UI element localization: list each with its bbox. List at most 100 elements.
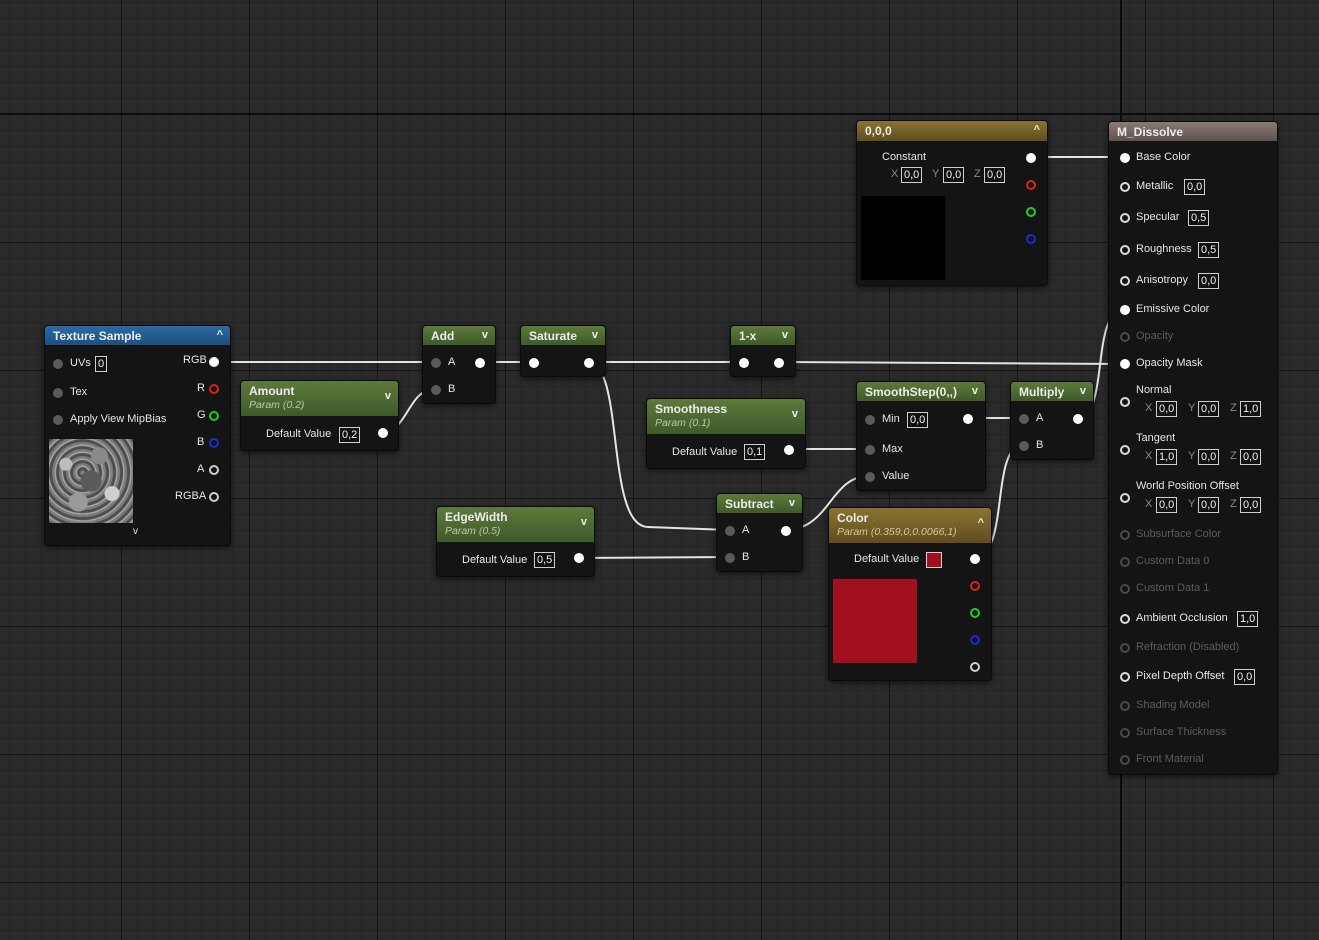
constant-header[interactable]: 0,0,0 ^	[857, 121, 1047, 141]
wpo-y-field[interactable]: 0,0	[1198, 497, 1220, 513]
normal-y-field[interactable]: 0,0	[1198, 401, 1220, 417]
b-output-pin[interactable]	[209, 438, 219, 448]
multiply-output-pin[interactable]	[1073, 414, 1083, 424]
smoothstep-min-pin[interactable]	[865, 415, 875, 425]
expand-down-icon[interactable]: v	[133, 526, 138, 537]
multiply-a-pin[interactable]	[1019, 414, 1029, 424]
surface-thickness-pin[interactable]	[1120, 728, 1130, 738]
rgba-output-pin[interactable]	[209, 492, 219, 502]
tangent-x-field[interactable]: 1,0	[1156, 449, 1178, 465]
color-r-pin[interactable]	[970, 581, 980, 591]
add-output-pin[interactable]	[475, 358, 485, 368]
pdo-pin[interactable]	[1120, 672, 1130, 682]
wpo-pin[interactable]	[1120, 493, 1130, 503]
one-minus-input-pin[interactable]	[739, 358, 749, 368]
smoothstep-header[interactable]: SmoothStep(0,,) v	[857, 382, 985, 401]
tangent-y-field[interactable]: 0,0	[1198, 449, 1220, 465]
texture-sample-node[interactable]: Texture Sample ^ UVs 0 Tex Apply View Mi…	[44, 325, 231, 546]
refraction-pin[interactable]	[1120, 643, 1130, 653]
smoothness-header[interactable]: Smoothness Param (0.1) v	[647, 399, 805, 434]
smoothstep-node[interactable]: SmoothStep(0,,) v Min 0,0 Max Value	[856, 381, 986, 491]
opacity-mask-pin[interactable]	[1120, 359, 1130, 369]
material-header[interactable]: M_Dissolve	[1109, 122, 1277, 141]
uvs-pin[interactable]	[53, 359, 63, 369]
uvs-field[interactable]: 0	[95, 356, 108, 372]
smoothstep-output-pin[interactable]	[963, 414, 973, 424]
texture-sample-header[interactable]: Texture Sample ^	[45, 326, 230, 345]
multiply-node[interactable]: Multiply v A B	[1010, 381, 1094, 460]
one-minus-output-pin[interactable]	[774, 358, 784, 368]
color-param-node[interactable]: Color Param (0.359,0,0.0066,1) ^ Default…	[828, 507, 992, 681]
base-color-pin[interactable]	[1120, 153, 1130, 163]
color-b-pin[interactable]	[970, 635, 980, 645]
normal-x-field[interactable]: 0,0	[1156, 401, 1178, 417]
amount-param-node[interactable]: Amount Param (0.2) v Default Value 0,2	[240, 380, 399, 451]
metallic-field[interactable]: 0,0	[1184, 179, 1206, 195]
subtract-header[interactable]: Subtract v	[717, 494, 802, 513]
smoothstep-max-pin[interactable]	[865, 445, 875, 455]
multiply-b-pin[interactable]	[1019, 441, 1029, 451]
custom1-pin[interactable]	[1120, 584, 1130, 594]
edgewidth-output-pin[interactable]	[574, 553, 584, 563]
shading-model-pin[interactable]	[1120, 701, 1130, 711]
add-node[interactable]: Add v A B	[422, 325, 496, 404]
color-header[interactable]: Color Param (0.359,0,0.0066,1) ^	[829, 508, 991, 543]
saturate-node[interactable]: Saturate v	[520, 325, 606, 377]
add-a-pin[interactable]	[431, 358, 441, 368]
subsurface-pin[interactable]	[1120, 530, 1130, 540]
roughness-field[interactable]: 0,5	[1198, 242, 1220, 258]
emissive-pin[interactable]	[1120, 305, 1130, 315]
normal-pin[interactable]	[1120, 397, 1130, 407]
r-output-pin[interactable]	[209, 384, 219, 394]
anisotropy-field[interactable]: 0,0	[1198, 273, 1220, 289]
wpo-z-field[interactable]: 0,0	[1240, 497, 1262, 513]
rgb-output-pin[interactable]	[209, 357, 219, 367]
custom0-pin[interactable]	[1120, 557, 1130, 567]
edgewidth-default-field[interactable]: 0,5	[534, 552, 556, 568]
normal-z-field[interactable]: 1,0	[1240, 401, 1262, 417]
smoothstep-value-pin[interactable]	[865, 472, 875, 482]
amount-default-field[interactable]: 0,2	[339, 427, 361, 443]
add-b-pin[interactable]	[431, 385, 441, 395]
constant-b-pin[interactable]	[1026, 234, 1036, 244]
collapse-up-icon[interactable]: ^	[217, 329, 223, 341]
tangent-pin[interactable]	[1120, 445, 1130, 455]
roughness-pin[interactable]	[1120, 245, 1130, 255]
one-minus-node[interactable]: 1-x v	[730, 325, 796, 377]
tex-pin[interactable]	[53, 388, 63, 398]
specular-pin[interactable]	[1120, 213, 1130, 223]
add-header[interactable]: Add v	[423, 326, 495, 345]
ao-field[interactable]: 1,0	[1237, 611, 1259, 627]
saturate-header[interactable]: Saturate v	[521, 326, 605, 345]
anisotropy-pin[interactable]	[1120, 276, 1130, 286]
material-result-node[interactable]: M_Dissolve Base Color Metallic 0,0 Specu…	[1108, 121, 1278, 775]
metallic-pin[interactable]	[1120, 182, 1130, 192]
subtract-node[interactable]: Subtract v A B	[716, 493, 803, 572]
one-minus-header[interactable]: 1-x v	[731, 326, 795, 345]
smoothstep-min-field[interactable]: 0,0	[907, 412, 929, 428]
constant-node[interactable]: 0,0,0 ^ Constant X 0,0 Y 0,0 Z 0,0	[856, 120, 1048, 286]
constant-z-field[interactable]: 0,0	[984, 167, 1006, 183]
constant-r-pin[interactable]	[1026, 180, 1036, 190]
pdo-field[interactable]: 0,0	[1234, 669, 1256, 685]
smoothness-param-node[interactable]: Smoothness Param (0.1) v Default Value 0…	[646, 398, 806, 469]
saturate-output-pin[interactable]	[584, 358, 594, 368]
front-material-pin[interactable]	[1120, 755, 1130, 765]
tangent-z-field[interactable]: 0,0	[1240, 449, 1262, 465]
edgewidth-header[interactable]: EdgeWidth Param (0.5) v	[437, 507, 594, 542]
wpo-x-field[interactable]: 0,0	[1156, 497, 1178, 513]
opacity-pin[interactable]	[1120, 332, 1130, 342]
chevron-down-icon[interactable]: v	[581, 516, 587, 528]
multiply-header[interactable]: Multiply v	[1011, 382, 1093, 401]
chevron-down-icon[interactable]: v	[482, 329, 488, 341]
mipbias-pin[interactable]	[53, 415, 63, 425]
constant-output-pin[interactable]	[1026, 153, 1036, 163]
amount-output-pin[interactable]	[378, 428, 388, 438]
chevron-down-icon[interactable]: v	[385, 390, 391, 402]
collapse-up-icon[interactable]: ^	[1034, 124, 1040, 136]
chevron-down-icon[interactable]: v	[592, 329, 598, 341]
constant-x-field[interactable]: 0,0	[901, 167, 923, 183]
chevron-down-icon[interactable]: v	[972, 385, 978, 397]
saturate-input-pin[interactable]	[529, 358, 539, 368]
smoothness-output-pin[interactable]	[784, 445, 794, 455]
